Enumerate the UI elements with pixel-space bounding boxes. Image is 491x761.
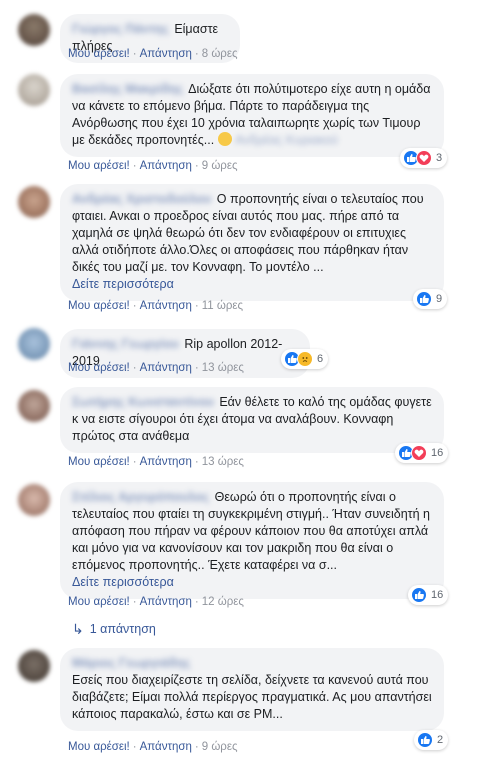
reply-link[interactable]: Απάντηση	[140, 48, 192, 60]
like-reaction-icon	[417, 732, 433, 748]
avatar[interactable]	[18, 14, 50, 46]
thinking-emoji-icon	[217, 132, 232, 146]
reaction-count: 2	[437, 734, 444, 746]
reply-link[interactable]: Απάντηση	[140, 596, 192, 608]
timestamp[interactable]: 13 ώρες	[202, 456, 244, 468]
like-reaction-icon	[416, 291, 432, 307]
view-replies-link[interactable]: ↳ 1 απάντηση	[72, 622, 156, 636]
timestamp[interactable]: 13 ώρες	[202, 362, 244, 374]
comment-actions: Μου αρέσει! · Απάντηση · 9 ώρες	[68, 160, 238, 172]
like-link[interactable]: Μου αρέσει!	[68, 362, 130, 374]
comment-actions: Μου αρέσει! · Απάντηση · 9 ώρες	[68, 741, 238, 753]
timestamp[interactable]: 9 ώρες	[202, 741, 238, 753]
comment-bubble: Ανδρέας Χριστοδούλου Ο προπονητής είναι …	[60, 184, 444, 301]
comment-actions: Μου αρέσει! · Απάντηση · 13 ώρες	[68, 362, 244, 374]
reply-link[interactable]: Απάντηση	[140, 456, 192, 468]
reply-link[interactable]: Απάντηση	[140, 741, 192, 753]
reaction-count: 9	[436, 293, 443, 305]
reply-arrow-icon: ↳	[72, 621, 84, 637]
comment-actions: Μου αρέσει! · Απάντηση · 8 ώρες	[68, 48, 238, 60]
avatar[interactable]	[18, 186, 50, 218]
reaction-summary[interactable]: 2	[414, 730, 449, 750]
reply-link[interactable]: Απάντηση	[140, 300, 192, 312]
love-reaction-icon	[411, 445, 427, 461]
avatar[interactable]	[18, 74, 50, 106]
reaction-summary[interactable]: 16	[408, 585, 449, 605]
avatar[interactable]	[18, 650, 50, 682]
reaction-count: 6	[317, 353, 324, 365]
reply-count-label: 1 απάντηση	[89, 622, 156, 636]
timestamp[interactable]: 9 ώρες	[202, 160, 238, 172]
comment-bubble: Σωτήρης Κωνσταντίνου Εάν θέλετε το καλό …	[60, 387, 444, 453]
reaction-summary[interactable]: 9	[413, 289, 448, 309]
reaction-count: 3	[436, 152, 443, 164]
commenter-name[interactable]: Γιώργος Πάντης	[72, 21, 169, 38]
timestamp[interactable]: 11 ώρες	[202, 300, 243, 312]
comment-bubble: Βασίλης Μακρίδης Διώξατε ότι πολύτιμοτερ…	[60, 74, 444, 157]
commenter-name[interactable]: Μάριος Γεωργιάδης	[72, 655, 430, 672]
comment-bubble: Στέλιος Αργυρόπουλος Θεωρώ ότι ο προπονη…	[60, 482, 444, 599]
reaction-summary[interactable]: 16	[395, 443, 449, 463]
timestamp[interactable]: 12 ώρες	[202, 596, 244, 608]
like-link[interactable]: Μου αρέσει!	[68, 456, 130, 468]
avatar[interactable]	[18, 484, 50, 516]
like-link[interactable]: Μου αρέσει!	[68, 596, 130, 608]
sad-reaction-icon	[297, 351, 313, 367]
commenter-name[interactable]: Στέλιος Αργυρόπουλος	[72, 489, 209, 506]
comment-actions: Μου αρέσει! · Απάντηση · 11 ώρες	[68, 300, 244, 312]
avatar[interactable]	[18, 390, 50, 422]
like-link[interactable]: Μου αρέσει!	[68, 300, 130, 312]
comment-actions: Μου αρέσει! · Απάντηση · 13 ώρες	[68, 456, 244, 468]
like-link[interactable]: Μου αρέσει!	[68, 48, 130, 60]
reply-link[interactable]: Απάντηση	[140, 362, 192, 374]
commenter-name[interactable]: Βασίλης Μακρίδης	[72, 81, 183, 98]
timestamp[interactable]: 8 ώρες	[202, 48, 238, 60]
reaction-summary[interactable]: 6	[281, 349, 329, 369]
reaction-count: 16	[431, 447, 444, 459]
comment-actions: Μου αρέσει! · Απάντηση · 12 ώρες	[68, 596, 244, 608]
commenter-name[interactable]: Γιάννης Γεωργίου	[72, 336, 179, 353]
commenter-name[interactable]: Σωτήρης Κωνσταντίνου	[72, 394, 214, 411]
tagged-name[interactable]: Ανδρέας Κυριακού	[235, 132, 338, 149]
see-more-link[interactable]: Δείτε περισσότερα	[72, 276, 432, 293]
see-more-link[interactable]: Δείτε περισσότερα	[72, 574, 432, 591]
reaction-count: 16	[431, 589, 444, 601]
like-link[interactable]: Μου αρέσει!	[68, 160, 130, 172]
commenter-name[interactable]: Ανδρέας Χριστοδούλου	[72, 191, 211, 208]
comment-text: Εσείς που διαχειρίζεστε τη σελίδα, δείχν…	[72, 673, 432, 721]
reaction-summary[interactable]: 3	[400, 148, 448, 168]
like-reaction-icon	[411, 587, 427, 603]
comment-bubble: Μάριος Γεωργιάδης Εσείς που διαχειρίζεστ…	[60, 648, 444, 731]
like-link[interactable]: Μου αρέσει!	[68, 741, 130, 753]
love-reaction-icon	[416, 150, 432, 166]
avatar[interactable]	[18, 328, 50, 360]
reply-link[interactable]: Απάντηση	[140, 160, 192, 172]
